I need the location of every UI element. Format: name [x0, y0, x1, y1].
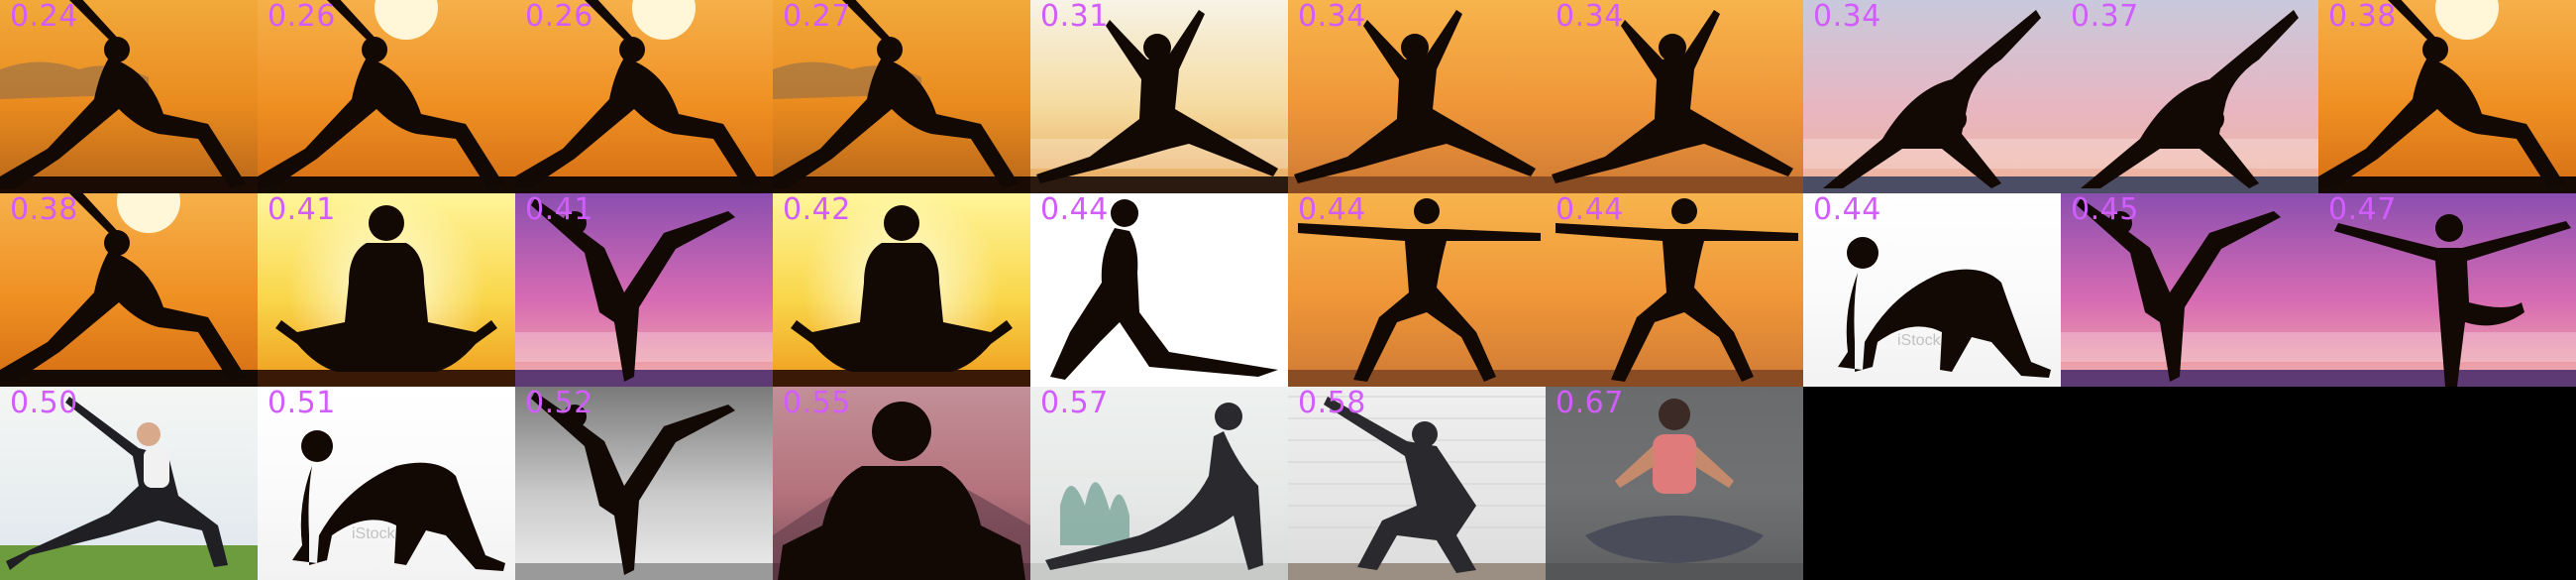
thumbnail-cell: 0.38 — [0, 193, 258, 387]
thumbnail-cell: 0.34 — [1288, 0, 1546, 193]
thumbnail-cell: 0.34 — [1546, 0, 1803, 193]
similarity-score: 0.34 — [1813, 0, 1881, 34]
similarity-score: 0.44 — [1298, 193, 1366, 227]
empty-cell — [2318, 387, 2576, 580]
similarity-score: 0.41 — [268, 193, 336, 227]
thumbnail-cell: 0.31 — [1030, 0, 1288, 193]
similarity-score: 0.34 — [1298, 0, 1366, 34]
similarity-score: 0.44 — [1813, 193, 1881, 227]
thumbnail-cell: 0.41 — [258, 193, 515, 387]
thumbnail-cell: 0.58 — [1288, 387, 1546, 580]
thumbnail-cell: 0.55 — [773, 387, 1030, 580]
thumbnail-cell: 0.26 — [258, 0, 515, 193]
thumbnail-cell: 0.44 — [1288, 193, 1546, 387]
thumbnail-cell: 0.24 — [0, 0, 258, 193]
similarity-score: 0.44 — [1040, 193, 1109, 227]
empty-cell — [1803, 387, 2061, 580]
similarity-score: 0.26 — [525, 0, 593, 34]
thumbnail-cell: 0.67 — [1546, 387, 1803, 580]
thumbnail-cell: 0.50 — [0, 387, 258, 580]
similarity-score: 0.50 — [10, 387, 78, 420]
similarity-score: 0.51 — [268, 387, 336, 420]
similarity-score: 0.27 — [783, 0, 851, 34]
empty-cell — [2061, 387, 2318, 580]
thumbnail-cell: iStock 0.51 — [258, 387, 515, 580]
similarity-score: 0.34 — [1556, 0, 1624, 34]
thumbnail-cell: 0.45 — [2061, 193, 2318, 387]
similarity-score: 0.58 — [1298, 387, 1366, 420]
thumbnail-cell: 0.37 — [2061, 0, 2318, 193]
watermark-text: iStock — [352, 525, 395, 542]
similarity-score: 0.44 — [1556, 193, 1624, 227]
similarity-score: 0.52 — [525, 387, 593, 420]
similarity-score: 0.57 — [1040, 387, 1109, 420]
image-grid: 0.24 0.26 0.26 0.27 0.31 0.34 0.34 0.34 … — [0, 0, 2576, 580]
thumbnail-cell: 0.34 — [1803, 0, 2061, 193]
similarity-score: 0.67 — [1556, 387, 1624, 420]
thumbnail-cell: 0.26 — [515, 0, 773, 193]
similarity-score: 0.45 — [2071, 193, 2139, 227]
thumbnail-cell: 0.44 — [1030, 193, 1288, 387]
similarity-score: 0.26 — [268, 0, 336, 34]
thumbnail-cell: 0.44 — [1546, 193, 1803, 387]
similarity-score: 0.42 — [783, 193, 851, 227]
similarity-score: 0.24 — [10, 0, 78, 34]
thumbnail-cell: 0.57 — [1030, 387, 1288, 580]
thumbnail-cell: iStock 0.44 — [1803, 193, 2061, 387]
thumbnail-cell: 0.42 — [773, 193, 1030, 387]
thumbnail-cell: 0.47 — [2318, 193, 2576, 387]
watermark-text: iStock — [1897, 332, 1941, 349]
similarity-score: 0.37 — [2071, 0, 2139, 34]
similarity-score: 0.47 — [2328, 193, 2397, 227]
thumbnail-cell: 0.27 — [773, 0, 1030, 193]
similarity-score: 0.31 — [1040, 0, 1109, 34]
similarity-score: 0.41 — [525, 193, 593, 227]
thumbnail-cell: 0.52 — [515, 387, 773, 580]
similarity-score: 0.38 — [10, 193, 78, 227]
thumbnail-cell: 0.41 — [515, 193, 773, 387]
thumbnail-cell: 0.38 — [2318, 0, 2576, 193]
similarity-score: 0.38 — [2328, 0, 2397, 34]
similarity-score: 0.55 — [783, 387, 851, 420]
